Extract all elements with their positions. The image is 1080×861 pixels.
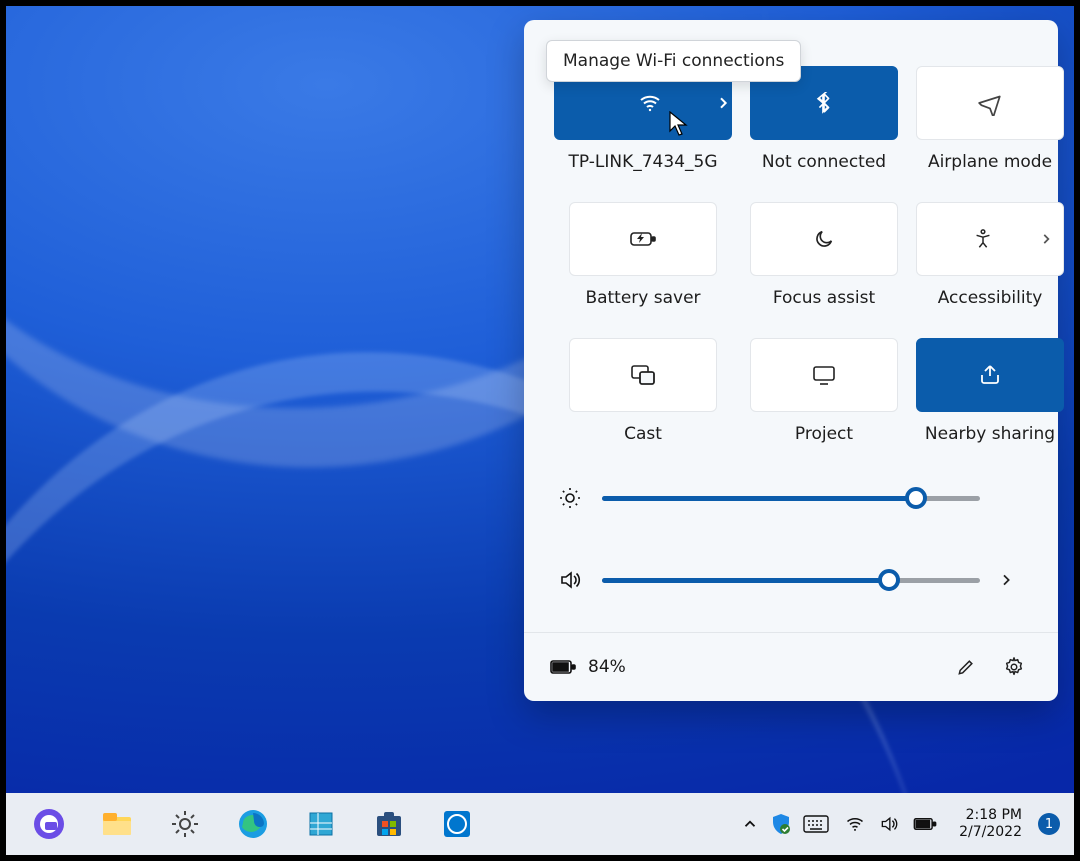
accessibility-icon [972, 228, 994, 250]
brightness-slider-row [558, 486, 1024, 510]
settings-button[interactable] [996, 649, 1032, 685]
wifi-tooltip: Manage Wi-Fi connections [546, 40, 801, 82]
bluetooth-icon [813, 92, 835, 114]
project-tile[interactable] [750, 338, 898, 412]
accessibility-tile[interactable] [916, 202, 1064, 276]
tray-overflow-button[interactable] [741, 815, 759, 833]
moon-icon [813, 228, 835, 250]
brightness-slider[interactable] [602, 496, 980, 501]
battery-saver-tile[interactable] [569, 202, 717, 276]
focus-assist-tile[interactable] [750, 202, 898, 276]
share-icon [978, 364, 1002, 386]
quick-settings-panel: TP-LINK_7434_5G Not connected Airplane m… [524, 20, 1058, 701]
accessibility-label: Accessibility [938, 288, 1043, 308]
volume-slider[interactable] [602, 578, 980, 583]
focus-assist-label: Focus assist [773, 288, 875, 308]
tray-network-sound-battery[interactable] [839, 814, 943, 834]
taskbar-teams-icon[interactable] [28, 803, 70, 845]
volume-expand-button[interactable] [998, 572, 1024, 588]
taskbar-dell-icon[interactable] [436, 803, 478, 845]
airplane-mode-label: Airplane mode [928, 152, 1052, 172]
volume-icon [879, 814, 899, 834]
airplane-icon [977, 90, 1003, 116]
chevron-right-icon [1039, 232, 1053, 246]
tray-keyboard-icon[interactable] [803, 814, 829, 834]
clock-date: 2/7/2022 [959, 824, 1022, 841]
battery-percent-text: 84% [588, 657, 626, 677]
wifi-label: TP-LINK_7434_5G [569, 152, 718, 172]
tray-security-icon[interactable] [769, 812, 793, 836]
notification-badge[interactable]: 1 [1038, 813, 1060, 835]
cast-tile[interactable] [569, 338, 717, 412]
battery-saver-label: Battery saver [585, 288, 700, 308]
taskbar-settings-icon[interactable] [164, 803, 206, 845]
battery-saver-icon [629, 229, 657, 249]
brightness-icon [558, 486, 584, 510]
taskbar-ms-store-icon[interactable] [368, 803, 410, 845]
panel-footer: 84% [524, 632, 1058, 701]
project-label: Project [795, 424, 853, 444]
project-icon [811, 364, 837, 386]
nearby-sharing-tile[interactable] [916, 338, 1064, 412]
volume-icon [558, 568, 584, 592]
desktop-wallpaper: Manage Wi-Fi connections TP-LINK_7434_5G [0, 0, 1080, 793]
nearby-sharing-label: Nearby sharing [925, 424, 1055, 444]
edit-quick-settings-button[interactable] [948, 649, 984, 685]
clock-time: 2:18 PM [966, 807, 1022, 824]
battery-icon [550, 658, 576, 676]
cast-icon [630, 364, 656, 386]
airplane-mode-tile[interactable] [916, 66, 1064, 140]
wifi-expand-button[interactable] [715, 95, 731, 111]
wifi-icon [845, 814, 865, 834]
taskbar-file-explorer-icon[interactable] [96, 803, 138, 845]
taskbar-edge-icon[interactable] [232, 803, 274, 845]
volume-slider-row [558, 568, 1024, 592]
bluetooth-label: Not connected [762, 152, 886, 172]
taskbar-clock[interactable]: 2:18 PM 2/7/2022 [953, 807, 1028, 841]
wifi-icon [585, 91, 715, 115]
taskbar: 2:18 PM 2/7/2022 1 [0, 793, 1080, 861]
taskbar-app-icon-1[interactable] [300, 803, 342, 845]
battery-icon [913, 816, 937, 832]
cast-label: Cast [624, 424, 662, 444]
